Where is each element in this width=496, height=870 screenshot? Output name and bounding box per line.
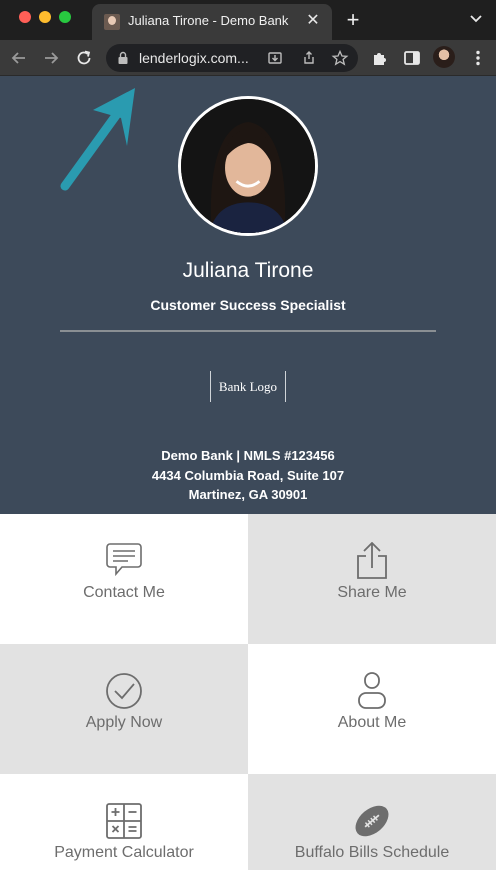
close-window-button[interactable] xyxy=(19,11,31,23)
browser-tab[interactable]: Juliana Tirone - Demo Bank ✕ xyxy=(92,4,332,40)
company-nmls: Demo Bank | NMLS #123456 xyxy=(161,448,335,463)
share-me-tile[interactable]: Share Me xyxy=(248,514,496,644)
buffalo-bills-schedule-tile[interactable]: Buffalo Bills Schedule xyxy=(248,774,496,870)
forward-arrow-icon[interactable] xyxy=(41,48,61,68)
share-icon xyxy=(357,542,387,579)
city-state-zip: Martinez, GA 30901 xyxy=(188,487,308,502)
back-arrow-icon[interactable] xyxy=(9,48,29,68)
job-title: Customer Success Specialist xyxy=(150,297,346,313)
payment-calculator-label: Payment Calculator xyxy=(54,844,194,861)
profile-photo xyxy=(178,96,318,236)
bookmark-star-icon[interactable] xyxy=(331,49,349,67)
more-menu-icon[interactable] xyxy=(468,48,488,68)
bank-logo: Bank Logo xyxy=(210,371,286,402)
payment-calculator-tile[interactable]: Payment Calculator xyxy=(0,774,248,870)
contact-me-label: Contact Me xyxy=(83,584,165,601)
chevron-down-icon[interactable] xyxy=(468,10,484,26)
share-page-icon[interactable] xyxy=(300,49,318,67)
about-me-label: About Me xyxy=(337,714,407,731)
chat-bubble-icon xyxy=(106,543,142,577)
street-address: 4434 Columbia Road, Suite 107 xyxy=(151,468,345,483)
calculator-icon xyxy=(106,803,142,839)
share-me-label: Share Me xyxy=(337,584,407,601)
reload-icon[interactable] xyxy=(74,48,94,68)
new-tab-icon[interactable]: + xyxy=(343,8,363,32)
tab-title: Juliana Tirone - Demo Bank xyxy=(128,13,289,28)
install-app-icon[interactable] xyxy=(266,49,284,67)
about-me-tile[interactable]: About Me xyxy=(248,644,496,774)
close-tab-icon[interactable]: ✕ xyxy=(304,12,322,30)
browser-toolbar: lenderlogix.com... xyxy=(0,40,496,76)
check-circle-icon xyxy=(106,673,142,709)
person-name: Juliana Tirone xyxy=(182,259,314,282)
portrait-image xyxy=(181,99,315,233)
maximize-window-button[interactable] xyxy=(59,11,71,23)
address-bar[interactable]: lenderlogix.com... xyxy=(106,44,358,72)
side-panel-icon[interactable] xyxy=(402,48,422,68)
profile-header: Juliana Tirone Customer Success Speciali… xyxy=(0,76,496,514)
apply-now-label: Apply Now xyxy=(85,714,163,731)
extensions-puzzle-icon[interactable] xyxy=(370,48,390,68)
apply-now-tile[interactable]: Apply Now xyxy=(0,644,248,774)
football-icon xyxy=(355,805,389,837)
url-text: lenderlogix.com... xyxy=(139,50,249,66)
buffalo-bills-schedule-label: Buffalo Bills Schedule xyxy=(294,844,450,861)
profile-avatar-icon[interactable] xyxy=(433,46,455,68)
browser-tab-bar: Juliana Tirone - Demo Bank ✕ + xyxy=(0,0,496,40)
minimize-window-button[interactable] xyxy=(39,11,51,23)
person-icon xyxy=(358,672,386,709)
annotation-arrow-icon xyxy=(60,88,135,191)
header-divider xyxy=(60,330,436,332)
tab-favicon-icon xyxy=(104,14,120,30)
lock-icon xyxy=(118,51,128,64)
contact-me-tile[interactable]: Contact Me xyxy=(0,514,248,644)
